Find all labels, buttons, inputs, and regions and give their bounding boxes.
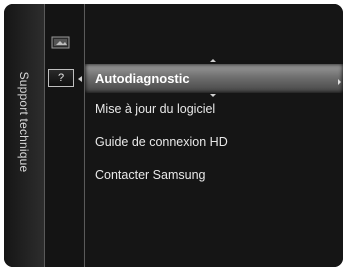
- scroll-up-indicator: [210, 59, 216, 62]
- help-icon[interactable]: ?: [48, 69, 74, 87]
- category-sidebar: Support technique: [4, 4, 44, 267]
- picture-settings-icon[interactable]: [48, 34, 74, 52]
- category-title: Support technique: [17, 71, 31, 173]
- menu-item-hd-connection-guide[interactable]: Guide de connexion HD: [95, 135, 228, 149]
- menu-item-contact-samsung[interactable]: Contacter Samsung: [95, 168, 205, 182]
- menu-item-autodiagnostic[interactable]: Autodiagnostic: [95, 71, 190, 86]
- menu-item-software-update[interactable]: Mise à jour du logiciel: [95, 102, 215, 116]
- scroll-down-indicator: [210, 94, 216, 97]
- submenu-arrow-icon: [338, 79, 341, 85]
- selected-icon-pointer: [78, 76, 82, 82]
- tv-menu-screen: Support technique ? Autodiagnostic Mise …: [4, 4, 343, 267]
